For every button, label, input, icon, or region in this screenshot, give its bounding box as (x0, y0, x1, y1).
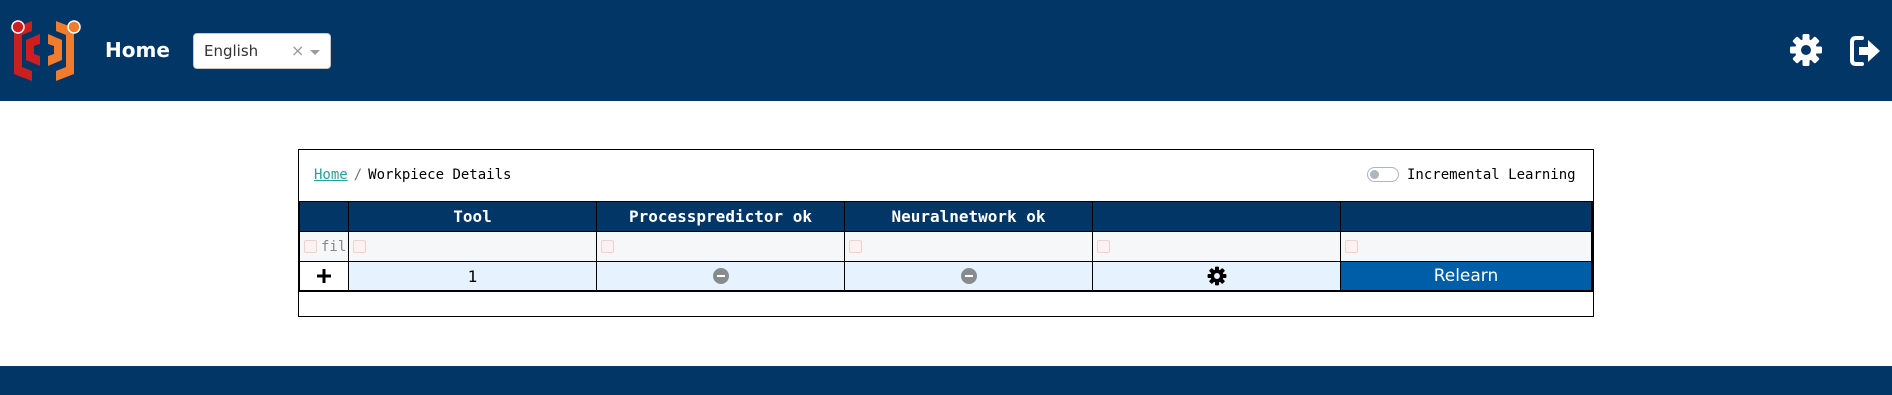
expand-row-button[interactable] (299, 262, 349, 290)
column-header-actions (1093, 202, 1341, 231)
row-settings-cell (1093, 262, 1341, 290)
column-header-expand (299, 202, 349, 231)
clear-icon[interactable]: × (291, 42, 304, 60)
column-header-relearn (1341, 202, 1593, 231)
toggle-knob (1370, 170, 1379, 179)
tool-cell: 1 (349, 262, 597, 290)
filter-cell-actions (1093, 232, 1341, 261)
breadcrumb-home-link[interactable]: Home (314, 167, 348, 183)
table-row: 1 Relearn (299, 262, 1593, 292)
column-header-tool[interactable]: Tool (349, 202, 597, 231)
home-nav-link[interactable]: Home (105, 37, 170, 63)
gear-icon[interactable] (1207, 266, 1227, 286)
breadcrumb-separator: / (353, 167, 363, 183)
breadcrumb: Home / Workpiece Details (314, 166, 511, 184)
settings-gear-icon[interactable] (1789, 33, 1823, 67)
filter-cell-expand: fil (299, 232, 349, 261)
incremental-learning-label: Incremental Learning (1407, 167, 1576, 183)
language-select[interactable]: English × (193, 33, 331, 69)
filter-cell-relearn (1341, 232, 1593, 261)
filter-checkbox[interactable] (849, 240, 862, 253)
workpiece-grid: Tool Processpredictor ok Neuralnetwork o… (299, 201, 1593, 292)
incremental-learning-toggle[interactable] (1367, 167, 1399, 182)
language-selected-value: English (204, 42, 259, 60)
breadcrumb-current: Workpiece Details (368, 167, 512, 183)
filter-cell-tool (349, 232, 597, 261)
processpredictor-status-cell (597, 262, 845, 290)
grid-header-row: Tool Processpredictor ok Neuralnetwork o… (299, 201, 1593, 232)
logo-icon[interactable] (10, 18, 82, 82)
workpiece-panel: Home / Workpiece Details Incremental Learn… (298, 149, 1594, 317)
top-navbar: Home English × (0, 0, 1892, 101)
filter-checkbox[interactable] (1097, 240, 1110, 253)
neuralnetwork-status-cell (845, 262, 1093, 290)
minus-circle-icon (712, 268, 729, 284)
column-header-processpredictor[interactable]: Processpredictor ok (597, 202, 845, 231)
filter-cell-neuralnetwork (845, 232, 1093, 261)
filter-checkbox[interactable] (1345, 240, 1358, 253)
grid-filter-row: fil (299, 232, 1593, 262)
filter-input-placeholder[interactable]: fil (321, 239, 346, 255)
filter-checkbox[interactable] (304, 240, 317, 253)
logout-icon[interactable] (1849, 35, 1883, 67)
minus-circle-icon (960, 268, 977, 284)
relearn-button[interactable]: Relearn (1341, 262, 1593, 290)
chevron-down-icon[interactable] (310, 50, 320, 55)
filter-checkbox[interactable] (601, 240, 614, 253)
filter-checkbox[interactable] (353, 240, 366, 253)
filter-cell-processpredictor (597, 232, 845, 261)
column-header-neuralnetwork[interactable]: Neuralnetwork ok (845, 202, 1093, 231)
footer-bar (0, 366, 1892, 395)
plus-icon (317, 269, 331, 283)
